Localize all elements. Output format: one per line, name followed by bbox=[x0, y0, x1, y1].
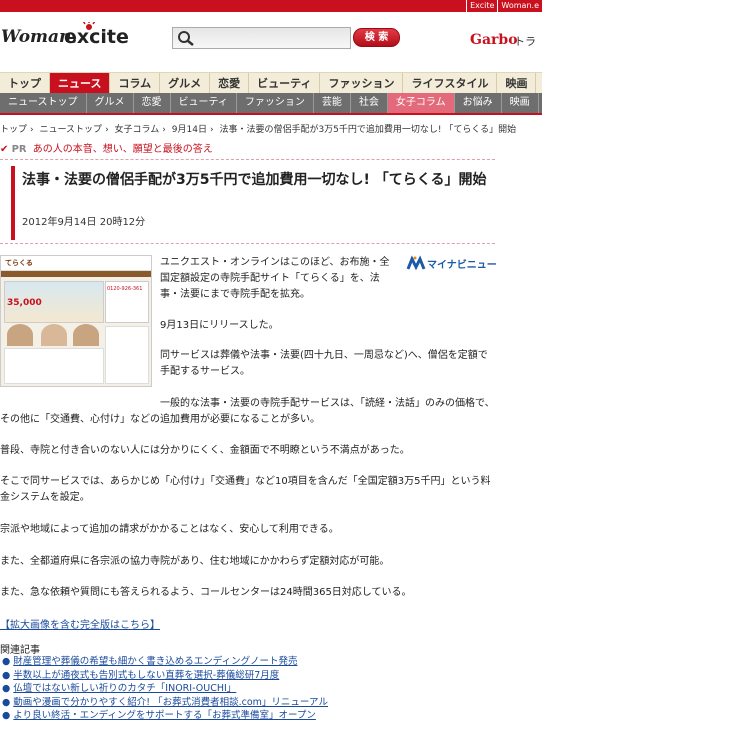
related-link-3[interactable]: 仏壇ではない新しい祈りのカタチ「INORI-OUCHI」 bbox=[13, 683, 236, 694]
pr-link[interactable]: あの人の本音、想い、願望と最後の答え bbox=[33, 144, 213, 155]
garbo-logo[interactable]: Garbo bbox=[470, 32, 518, 48]
paragraph-6: そこで同サービスでは、あらかじめ「心付け」「交通費」など10項目を含んだ「全国定… bbox=[0, 476, 491, 503]
breadcrumb-current: 法事・法要の僧侶手配が3万5千円で追加費用一切なし! 「てらくる」開始 bbox=[219, 125, 517, 135]
paragraph-7: 宗派や地域によって追加の請求がかかることはなく、安心して利用できる。 bbox=[0, 524, 339, 535]
paragraph-8: また、全都道府県に各宗派の協力寺院があり、住む地域にかかわらず定額対応が可能。 bbox=[0, 556, 390, 567]
main-nav: トップ ニュース コラム グルメ 恋愛 ビューティ ファッション ライフスタイル… bbox=[0, 72, 542, 94]
divider bbox=[0, 159, 495, 160]
sub-nav-fashion[interactable]: ファッション bbox=[237, 93, 314, 113]
breadcrumb: トップ › ニューストップ › 女子コラム › 9月14日 › 法事・法要の僧侶手配が3… bbox=[0, 125, 517, 135]
mynavi-news-logo[interactable]: マイナビニュース bbox=[406, 255, 496, 273]
pr-ad: ✔ PR あの人の本音、想い、願望と最後の答え bbox=[0, 140, 213, 155]
top-link-woman[interactable]: Woman.e bbox=[497, 0, 542, 12]
article-title: 法事・法要の僧侶手配が3万5千円で追加費用一切なし! 「てらくる」開始 bbox=[22, 172, 487, 188]
main-nav-min[interactable]: みん bbox=[536, 73, 542, 94]
title-accent-bar bbox=[11, 166, 15, 240]
top-strip: Excite Woman.e bbox=[0, 0, 542, 12]
sub-nav: ニューストップ グルメ 恋愛 ビューティ ファッション 芸能 社会 女子コラム … bbox=[0, 93, 542, 115]
thumb-phone: 0120-926-361 bbox=[107, 286, 143, 292]
article-thumbnail[interactable]: てらくる 35,000 0120-926-361 bbox=[0, 255, 152, 387]
related-list: ● 財産管理や葬儀の希望も細かく書き込めるエンディングノート発売 ● 半数以上が通夜… bbox=[0, 655, 328, 723]
list-item: ● より良い終活・エンディングをサポートする「お葬式準備室」オープン bbox=[0, 709, 328, 723]
breadcrumb-joshi-column[interactable]: 女子コラム bbox=[115, 125, 160, 135]
main-nav-love[interactable]: 恋愛 bbox=[210, 73, 250, 94]
search-icon bbox=[178, 31, 194, 46]
main-nav-lifestyle[interactable]: ライフスタイル bbox=[403, 73, 498, 94]
main-nav-fashion[interactable]: ファッション bbox=[320, 73, 404, 94]
sub-nav-society[interactable]: 社会 bbox=[351, 93, 388, 113]
top-link-excite[interactable]: Excite bbox=[466, 0, 497, 12]
search-box bbox=[172, 27, 351, 49]
main-nav-beauty[interactable]: ビューティ bbox=[249, 73, 321, 94]
related-link-4[interactable]: 動画や漫画で分かりやすく紹介! 「お葬式消費者相談.com」リニューアル bbox=[13, 697, 328, 708]
sub-nav-news-top[interactable]: ニューストップ bbox=[0, 93, 87, 113]
sub-nav-entertainment[interactable]: 芸能 bbox=[314, 93, 351, 113]
svg-text:excite: excite bbox=[64, 26, 129, 48]
top-links: Excite Woman.e bbox=[466, 0, 542, 12]
paragraph-3: 同サービスは葬儀や法事・法要(四十九日、一周忌など)へ、僧侶を定額で手配するサー… bbox=[160, 350, 488, 377]
article-date: 2012年9月14日 20時12分 bbox=[22, 217, 146, 228]
sub-nav-beauty[interactable]: ビューティ bbox=[171, 93, 237, 113]
garbo-suffix[interactable]: トラ bbox=[514, 33, 536, 49]
search-input[interactable] bbox=[197, 28, 351, 48]
woman-excite-logo[interactable]: Woman. excite bbox=[1, 22, 136, 50]
sub-nav-joshi-column[interactable]: 女子コラム bbox=[387, 93, 455, 113]
breadcrumb-top[interactable]: トップ bbox=[0, 125, 27, 135]
pr-label: PR bbox=[11, 144, 27, 155]
bullet-icon: ● bbox=[2, 696, 11, 708]
list-item: ● 財産管理や葬儀の希望も細かく書き込めるエンディングノート発売 bbox=[0, 655, 328, 669]
paragraph-1: ユニクエスト・オンラインはこのほど、お布施・全国定額設定の寺院手配サイト「てらく… bbox=[160, 257, 390, 300]
related-link-5[interactable]: より良い終活・エンディングをサポートする「お葬式準備室」オープン bbox=[13, 710, 316, 721]
bullet-icon: ● bbox=[2, 656, 11, 667]
bullet-icon: ● bbox=[2, 669, 11, 681]
paragraph-4: 一般的な法事・法要の寺院手配サービスは、「読経・法話」のみの価格で、その他に「交… bbox=[0, 398, 495, 425]
breadcrumb-date[interactable]: 9月14日 bbox=[172, 125, 207, 135]
sub-nav-love[interactable]: 恋愛 bbox=[134, 93, 171, 113]
article-source: マイナビニュース bbox=[427, 258, 496, 271]
search-button[interactable]: 検 索 bbox=[353, 28, 400, 47]
list-item: ● 半数以上が通夜式も告別式もしない直葬を選択-葬儀総研7月度 bbox=[0, 669, 328, 683]
related-heading: 関連記事 bbox=[0, 645, 40, 656]
main-nav-news[interactable]: ニュース bbox=[50, 73, 111, 94]
list-item: ● 仏壇ではない新しい祈りのカタチ「INORI-OUCHI」 bbox=[0, 682, 328, 696]
full-version-link[interactable]: 【拡大画像を含む完全版はこちら】 bbox=[0, 616, 160, 631]
list-item: ● 動画や漫画で分かりやすく紹介! 「お葬式消費者相談.com」リニューアル bbox=[0, 696, 328, 710]
main-nav-column[interactable]: コラム bbox=[110, 73, 161, 94]
main-nav-gourmet[interactable]: グルメ bbox=[160, 73, 211, 94]
related-link-1[interactable]: 財産管理や葬儀の希望も細かく書き込めるエンディングノート発売 bbox=[13, 656, 297, 667]
bullet-icon: ● bbox=[2, 683, 11, 694]
paragraph-9: また、急な依頼や質問にも答えられるよう、コールセンターは24時間365日対応して… bbox=[0, 587, 412, 598]
check-icon: ✔ bbox=[0, 144, 9, 155]
paragraph-5: 普段、寺院と付き合いのない人には分かりにくく、金額面で不明瞭という不満点があった… bbox=[0, 445, 410, 456]
bullet-icon: ● bbox=[2, 710, 11, 721]
sub-nav-movie[interactable]: 映画 bbox=[502, 93, 539, 113]
sub-nav-worries[interactable]: お悩み bbox=[455, 93, 502, 113]
thumb-site-name: てらくる bbox=[5, 259, 33, 267]
page: Excite Woman.e Woman. excite 検 索 Garbo ト… bbox=[0, 0, 542, 731]
related-link-2[interactable]: 半数以上が通夜式も告別式もしない直葬を選択-葬儀総研7月度 bbox=[13, 670, 279, 681]
main-nav-top[interactable]: トップ bbox=[0, 73, 50, 94]
paragraph-2: 9月13日にリリースした。 bbox=[160, 320, 279, 331]
sub-nav-gourmet[interactable]: グルメ bbox=[87, 93, 134, 113]
thumb-price: 35,000 bbox=[7, 298, 42, 308]
main-nav-movie[interactable]: 映画 bbox=[497, 73, 537, 94]
breadcrumb-news-top[interactable]: ニューストップ bbox=[40, 125, 103, 135]
divider bbox=[0, 243, 495, 244]
